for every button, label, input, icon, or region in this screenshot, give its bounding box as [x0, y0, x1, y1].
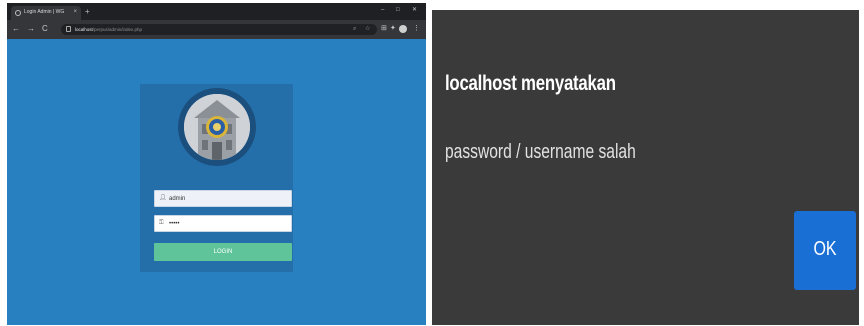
url-path: /perpus/admin/index.php: [92, 27, 143, 32]
logo-ring: [178, 88, 256, 166]
login-card: 👤︎ admin ⚿ ••••• LOGIN: [140, 84, 293, 272]
ok-button[interactable]: OK: [794, 211, 856, 290]
dialog-title: localhost menyatakan: [445, 72, 616, 95]
minimize-button[interactable]: –: [381, 6, 384, 14]
profile-avatar[interactable]: [399, 25, 407, 33]
menu-icon[interactable]: ⋮: [413, 24, 420, 34]
tab-close-icon[interactable]: ×: [73, 8, 77, 16]
url-host: localhost: [75, 27, 93, 32]
address-bar[interactable]: localhost/perpus/admin/index.php ⌕ ☆: [61, 24, 377, 35]
extensions-icon[interactable]: ⊞: [381, 24, 387, 34]
zoom-icon[interactable]: ⌕: [353, 26, 356, 33]
browser-tab[interactable]: Login Admin | WG ×: [11, 6, 81, 20]
bookmark-star-icon[interactable]: ☆: [365, 26, 370, 33]
site-info-icon[interactable]: [66, 26, 71, 32]
username-field[interactable]: 👤︎ admin: [154, 190, 292, 207]
browser-window: Login Admin | WG × + – □ ✕ ← → C localho…: [7, 3, 426, 325]
url-text: localhost/perpus/admin/index.php: [75, 27, 142, 32]
ok-button-label: OK: [813, 238, 837, 260]
maximize-button[interactable]: □: [396, 6, 400, 14]
browser-toolbar: ← → C localhost/perpus/admin/index.php ⌕…: [7, 20, 426, 39]
close-window-button[interactable]: ✕: [412, 6, 417, 14]
dialog-message: password / username salah: [445, 141, 636, 163]
new-tab-button[interactable]: +: [85, 7, 90, 16]
tab-bar: Login Admin | WG × + – □ ✕: [7, 3, 426, 20]
password-value: •••••: [169, 221, 180, 227]
login-button[interactable]: LOGIN: [154, 243, 292, 261]
back-button[interactable]: ←: [12, 24, 20, 34]
login-page: 👤︎ admin ⚿ ••••• LOGIN: [7, 39, 426, 325]
building-logo: [184, 94, 250, 160]
forward-button[interactable]: →: [27, 24, 35, 34]
person-icon: 👤︎: [159, 195, 167, 201]
puzzle-icon[interactable]: ✦: [390, 24, 396, 34]
reload-button[interactable]: C: [42, 24, 48, 34]
key-icon: ⚿: [159, 220, 164, 226]
tab-title: Login Admin | WG: [24, 9, 65, 15]
alert-dialog: localhost menyatakan password / username…: [432, 10, 859, 325]
login-button-label: LOGIN: [213, 249, 233, 255]
username-value: admin: [169, 196, 186, 202]
globe-icon: [15, 10, 21, 16]
password-field[interactable]: ⚿ •••••: [154, 215, 292, 232]
